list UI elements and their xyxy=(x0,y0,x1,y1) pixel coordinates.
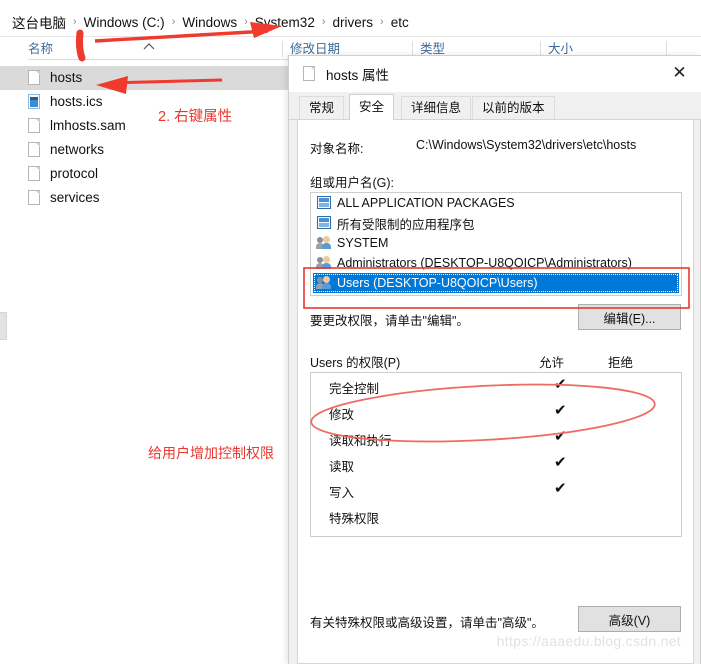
breadcrumb[interactable]: 这台电脑 › Windows (C:) › Windows › System32… xyxy=(8,12,413,32)
permissions-list[interactable]: 完全控制 ✔ 修改 ✔ 读取和执行 ✔ 读取 ✔ 写入 ✔ 特殊权限 xyxy=(310,372,682,537)
permission-name: 完全控制 xyxy=(329,382,380,396)
tab-security[interactable]: 安全 xyxy=(349,94,395,120)
group-name: SYSTEM xyxy=(337,236,389,250)
file-name: services xyxy=(50,190,100,206)
advanced-button[interactable]: 高级(V) xyxy=(578,606,681,632)
permission-name: 写入 xyxy=(329,486,355,500)
permission-row-modify[interactable]: 修改 ✔ xyxy=(311,399,681,425)
group-row-system[interactable]: SYSTEM xyxy=(311,233,681,253)
package-icon xyxy=(316,196,332,210)
users-icon xyxy=(316,276,332,290)
users-icon xyxy=(316,256,332,270)
permission-row-write[interactable]: 写入 ✔ xyxy=(311,477,681,503)
permission-name: 读取 xyxy=(329,460,355,474)
groups-label: 组或用户名(G): xyxy=(310,176,395,190)
chevron-right-icon: › xyxy=(244,16,248,28)
hosts-properties-dialog: hosts 属性 ✕ 常规 安全 详细信息 以前的版本 对象名称: C:\Win… xyxy=(288,55,701,664)
permissions-deny-header: 拒绝 xyxy=(608,356,634,370)
file-icon xyxy=(28,118,41,134)
screenshot-root: 这台电脑 › Windows (C:) › Windows › System32… xyxy=(0,0,701,664)
allow-checkmark-icon[interactable]: ✔ xyxy=(554,479,570,497)
allow-checkmark-icon[interactable]: ✔ xyxy=(554,401,570,419)
breadcrumb-item-windows-c[interactable]: Windows (C:) xyxy=(80,15,169,30)
group-row-all-application-packages[interactable]: ALL APPLICATION PACKAGES xyxy=(311,193,681,213)
group-name: Users (DESKTOP-U8QOICP\Users) xyxy=(337,276,538,290)
close-icon[interactable]: ✕ xyxy=(657,56,701,90)
file-icon xyxy=(28,190,41,206)
file-name: hosts xyxy=(50,70,83,86)
file-icon xyxy=(28,70,41,86)
object-name-value: C:\Windows\System32\drivers\etc\hosts xyxy=(416,138,637,152)
object-name-label: 对象名称: xyxy=(310,142,364,156)
calendar-file-icon xyxy=(28,94,41,110)
edit-button[interactable]: 编辑(E)... xyxy=(578,304,681,330)
group-user-list[interactable]: ALL APPLICATION PACKAGES 所有受限制的应用程序包 SYS… xyxy=(310,192,682,296)
file-name: hosts.ics xyxy=(50,94,103,110)
permission-row-special-permissions[interactable]: 特殊权限 xyxy=(311,503,681,529)
file-icon xyxy=(303,66,316,82)
allow-checkmark-icon[interactable]: ✔ xyxy=(554,453,570,471)
chevron-right-icon: › xyxy=(73,16,77,28)
watermark-text: https://aaaedu.blog.csdn.net xyxy=(496,633,681,649)
column-divider[interactable] xyxy=(282,41,283,57)
allow-checkmark-icon[interactable]: ✔ xyxy=(554,375,570,393)
file-name: lmhosts.sam xyxy=(50,118,126,134)
file-row-networks[interactable]: networks xyxy=(0,138,290,162)
group-name: 所有受限制的应用程序包 xyxy=(337,217,475,232)
permission-row-read[interactable]: 读取 ✔ xyxy=(311,451,681,477)
security-tab-panel: 对象名称: C:\Windows\System32\drivers\etc\ho… xyxy=(297,120,694,664)
allow-checkmark-icon[interactable] xyxy=(554,505,570,523)
permission-name: 特殊权限 xyxy=(329,512,380,526)
advanced-hint-text: 有关特殊权限或高级设置，请单击"高级"。 xyxy=(310,616,544,630)
edit-hint-text: 要更改权限，请单击"编辑"。 xyxy=(310,314,469,328)
group-row-users[interactable]: Users (DESKTOP-U8QOICP\Users) xyxy=(313,273,679,293)
file-row-lmhosts-sam[interactable]: lmhosts.sam xyxy=(0,114,290,138)
file-row-hosts[interactable]: hosts xyxy=(0,66,290,90)
permissions-allow-header: 允许 xyxy=(539,356,565,370)
dialog-title: hosts 属性 xyxy=(326,68,390,83)
group-name: Administrators (DESKTOP-U8QOICP\Administ… xyxy=(337,256,632,270)
column-header-name[interactable]: 名称 xyxy=(28,38,53,60)
sort-ascending-caret-icon xyxy=(143,43,155,50)
file-list: hosts hosts.ics lmhosts.sam networks pro… xyxy=(0,66,290,210)
chevron-right-icon: › xyxy=(321,16,326,28)
breadcrumb-item-this-pc[interactable]: 这台电脑 xyxy=(8,12,70,32)
permission-name: 读取和执行 xyxy=(329,434,392,448)
permission-name: 修改 xyxy=(329,408,355,422)
permission-row-read-execute[interactable]: 读取和执行 ✔ xyxy=(311,425,681,451)
allow-checkmark-icon[interactable]: ✔ xyxy=(554,427,570,445)
tab-details[interactable]: 详细信息 xyxy=(401,96,472,120)
file-name: networks xyxy=(50,142,105,158)
navigation-pane-splitter[interactable] xyxy=(0,312,7,340)
file-row-hosts-ics[interactable]: hosts.ics xyxy=(0,90,290,114)
tab-strip: 常规 安全 详细信息 以前的版本 xyxy=(289,92,701,120)
chevron-right-icon: › xyxy=(380,16,384,28)
file-row-services[interactable]: services xyxy=(0,186,290,210)
package-icon xyxy=(316,216,332,230)
users-icon xyxy=(316,236,332,250)
breadcrumb-item-windows[interactable]: Windows xyxy=(178,15,241,30)
tab-general[interactable]: 常规 xyxy=(299,96,345,120)
tab-previous-versions[interactable]: 以前的版本 xyxy=(472,96,555,120)
breadcrumb-item-system32[interactable]: System32 xyxy=(251,15,319,30)
file-name: protocol xyxy=(50,166,99,182)
file-icon xyxy=(28,142,41,158)
file-icon xyxy=(28,166,41,182)
file-row-protocol[interactable]: protocol xyxy=(0,162,290,186)
breadcrumb-item-etc[interactable]: etc xyxy=(387,15,413,30)
chevron-right-icon: › xyxy=(171,16,176,28)
dialog-title-bar[interactable]: hosts 属性 ✕ xyxy=(289,56,701,92)
group-row-administrators[interactable]: Administrators (DESKTOP-U8QOICP\Administ… xyxy=(311,253,681,273)
group-row-restricted-application-packages[interactable]: 所有受限制的应用程序包 xyxy=(311,213,681,233)
permission-row-full-control[interactable]: 完全控制 ✔ xyxy=(311,373,681,399)
breadcrumb-item-drivers[interactable]: drivers xyxy=(329,15,378,30)
permissions-label: Users 的权限(P) xyxy=(310,356,401,370)
toolbar-divider xyxy=(0,36,701,37)
group-name: ALL APPLICATION PACKAGES xyxy=(337,196,515,210)
